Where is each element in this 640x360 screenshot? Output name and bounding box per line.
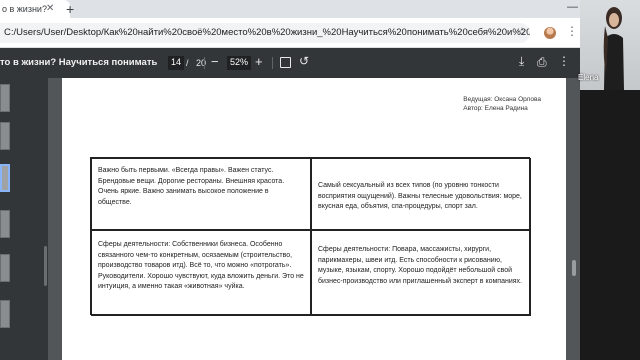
page-separator: / [186,58,189,68]
browser-tab[interactable]: о в жизни? ✕ [0,0,70,18]
download-icon[interactable]: ⤓ [519,54,524,69]
avatar[interactable] [544,27,556,39]
pdf-toolbar: то в жизни? Научиться понимать себя и др… [0,48,580,78]
new-tab-icon[interactable]: + [66,1,74,17]
kebab-menu-icon[interactable]: ⋮ [566,24,578,38]
page-number-input[interactable]: 14 [168,56,184,70]
page-thumbnail[interactable] [0,300,10,328]
zoom-input[interactable]: 52% [227,56,251,70]
pdf-page: Ведущая: Оксана Орлова Автор: Елена Ради… [62,78,566,360]
toolbar-divider [272,57,273,69]
zoom-out-icon[interactable]: − [211,54,219,69]
rotate-icon[interactable]: ↺ [299,54,309,68]
viewer-scrollbar[interactable] [572,260,576,276]
pdf-viewer: Ведущая: Оксана Орлова Автор: Елена Ради… [0,78,580,360]
minimize-icon[interactable]: — [567,1,578,13]
bookmark-star-icon[interactable]: ☆ [517,25,527,38]
print-icon[interactable]: ⎙ [537,55,547,70]
table-cell: Сферы деятельности: Повара, массажисты, … [311,230,531,316]
tab-strip: о в жизни? ✕ + — [0,0,580,18]
table-cell: Самый сексуальный из всех типов (по уров… [311,158,531,230]
close-icon[interactable]: ✕ [46,3,54,14]
fit-to-page-icon[interactable] [280,57,291,68]
toolbar-divider [204,57,205,69]
address-bar: C:/Users/User/Desktop/Как%20найти%20своё… [0,18,580,48]
zoom-in-icon[interactable]: + [255,54,263,69]
content-table: Важно быть первыми. «Всегда правы». Важе… [90,157,531,316]
page-thumbnail[interactable] [0,84,10,112]
table-cell: Важно быть первыми. «Всегда правы». Важе… [91,158,311,230]
thumbnail-sidebar [0,78,48,360]
person-silhouette [603,7,624,90]
webcam-panel [580,0,640,360]
credits: Ведущая: Оксана Орлова Автор: Елена Ради… [463,95,541,113]
tab-title: о в жизни? [2,4,47,14]
page-thumbnail-active[interactable] [0,164,10,192]
page-thumbnail[interactable] [0,254,10,282]
author-credit: Автор: Елена Радина [463,105,528,112]
participant-name: Elena [578,73,599,82]
url-input[interactable]: C:/Users/User/Desktop/Как%20найти%20своё… [0,23,530,43]
sidebar-scrollbar[interactable] [44,246,47,286]
more-options-icon[interactable]: ⋮ [558,54,570,68]
document-title: то в жизни? Научиться понимать себя и др… [0,57,160,68]
table-cell: Сферы деятельности: Собственники бизнеса… [91,230,311,316]
host-credit: Ведущая: Оксана Орлова [463,96,541,103]
page-thumbnail[interactable] [0,122,10,150]
page-thumbnail[interactable] [0,210,10,238]
